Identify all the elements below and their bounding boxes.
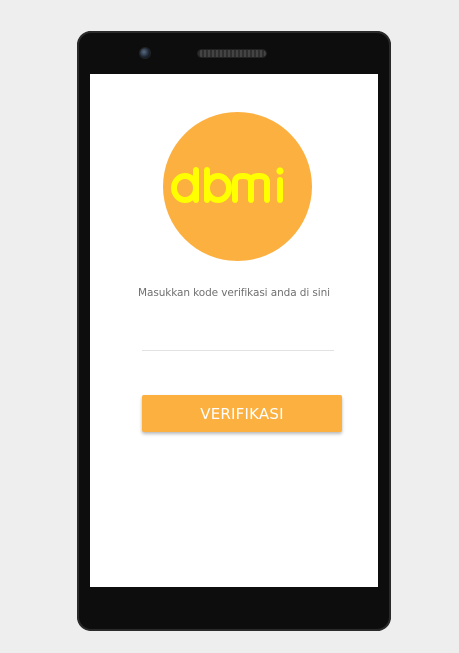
app-screen: Masukkan kode verifikasi anda di sini VE…: [90, 74, 378, 587]
verification-code-input[interactable]: [142, 326, 334, 351]
camera-icon: [140, 48, 150, 58]
verification-prompt: Masukkan kode verifikasi anda di sini: [138, 287, 330, 299]
phone-frame: Masukkan kode verifikasi anda di sini VE…: [77, 31, 391, 631]
dbmi-logo: [163, 112, 312, 261]
verify-button[interactable]: VERIFIKASI: [142, 395, 342, 432]
dbmi-logo-mark: [171, 167, 284, 212]
speaker-grille-icon: [198, 50, 266, 57]
